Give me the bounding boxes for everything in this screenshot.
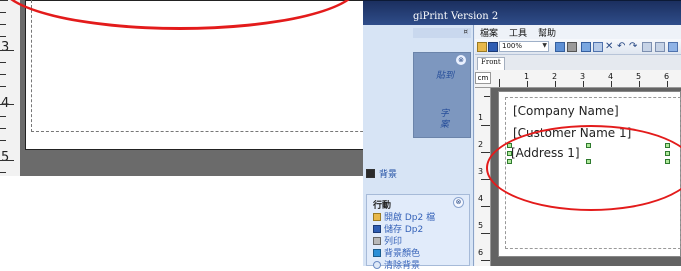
ruler-number: 1: [524, 72, 530, 81]
menu-help[interactable]: 幫助: [538, 26, 556, 39]
edit-group: ⊗ 貼到 字 案: [413, 52, 471, 138]
open-icon[interactable]: [477, 42, 487, 52]
save-icon: [373, 225, 381, 233]
ruler-tick: [499, 79, 500, 87]
horizontal-ruler: cm 1 2 3 4 5 6: [475, 70, 681, 88]
collapse-icon[interactable]: ⊗: [453, 197, 464, 208]
collapse-icon[interactable]: ⊗: [456, 55, 466, 65]
toolbar: 100% ▼ ✕ ↶ ↷: [475, 39, 681, 55]
background-icon: [366, 169, 375, 178]
tab-strip: Front: [475, 55, 681, 70]
ruler-number: 2: [552, 72, 558, 81]
ruler-tick: [481, 152, 490, 153]
ruler-tick: [0, 86, 6, 87]
ruler-number: 6: [478, 248, 484, 257]
ruler-number: 6: [664, 72, 670, 81]
ruler-tick: [0, 36, 6, 37]
ruler-number: 4: [608, 72, 614, 81]
work-area: 檔案 工具 幫助 100% ▼ ✕ ↶ ↷ Front cm 1 2 3 4 5…: [475, 25, 681, 266]
ruler-number: 5: [636, 72, 642, 81]
copy-icon[interactable]: [581, 42, 591, 52]
ruler-tick: [481, 233, 490, 234]
ruler-unit[interactable]: cm: [475, 72, 491, 84]
paste-icon[interactable]: [593, 42, 603, 52]
save-icon[interactable]: [488, 42, 498, 52]
format-icon[interactable]: [668, 42, 678, 52]
pane-header: ¤: [413, 28, 471, 38]
ruler-tick: [667, 81, 668, 87]
background-item[interactable]: 背景: [366, 167, 397, 180]
ruler-number: 3: [478, 167, 484, 176]
pane-close-icon[interactable]: ¤: [464, 28, 468, 36]
folder-icon: [373, 213, 381, 221]
background-label: 背景: [379, 170, 398, 180]
ruler-tick: [481, 125, 490, 126]
ruler-tick: [555, 81, 556, 87]
ruler-tick: [0, 62, 6, 63]
undo-icon[interactable]: ↶: [617, 42, 627, 52]
menu-tools[interactable]: 工具: [509, 26, 527, 39]
ruler-tick: [481, 206, 490, 207]
task-pane: ¤ ⊗ 貼到 字 案 背景 行動 ⊗ 開啟 Dp2 檔 儲存 Dp2 列印 背景…: [363, 25, 474, 271]
printer-icon: [373, 237, 381, 245]
ruler-tick: [0, 172, 6, 173]
ruler-number: 2: [478, 140, 484, 149]
ruler-tick: [0, 104, 14, 105]
ruler-number: 3: [1, 40, 10, 55]
edit-item-paste[interactable]: 貼到: [436, 68, 454, 81]
ruler-number: 3: [580, 72, 586, 81]
ruler-number: 1: [478, 113, 484, 122]
ruler-tick: [0, 140, 6, 141]
new-icon[interactable]: [555, 42, 565, 52]
print-icon[interactable]: [567, 42, 577, 52]
menu-bar: 檔案 工具 幫助: [475, 25, 681, 39]
color-icon: [373, 249, 381, 257]
vertical-ruler-zoomed: 3 4 5: [0, 0, 22, 176]
arrange-icon[interactable]: [655, 42, 665, 52]
zoom-select[interactable]: 100% ▼: [499, 41, 549, 52]
title-bar: giPrint Version 2: [363, 0, 681, 25]
field-company-name[interactable]: [Company Name]: [513, 104, 619, 118]
app-window: giPrint Version 2 ¤ ⊗ 貼到 字 案 背景 行動 ⊗ 開啟 …: [363, 0, 681, 271]
zoom-value: 100%: [502, 42, 523, 50]
redo-icon[interactable]: ↷: [629, 42, 639, 52]
ruler-number: 5: [478, 221, 484, 230]
highlight-oval: [486, 125, 681, 211]
ruler-tick: [0, 0, 8, 1]
ruler-tick: [0, 24, 6, 25]
ruler-tick: [484, 96, 490, 97]
ruler-tick: [611, 81, 612, 87]
action-clear-background[interactable]: 清除背景: [373, 258, 420, 271]
ruler-tick: [0, 50, 14, 51]
ruler-tick: [0, 128, 6, 129]
ruler-tick: [639, 81, 640, 87]
ruler-number: 4: [478, 194, 484, 203]
ruler-tick: [0, 116, 6, 117]
ruler-tick: [0, 160, 14, 161]
align-icon[interactable]: [642, 42, 652, 52]
ruler-tick: [0, 74, 6, 75]
chevron-down-icon: ▼: [542, 42, 547, 49]
tab-front[interactable]: Front: [477, 57, 505, 70]
delete-icon[interactable]: ✕: [605, 42, 615, 52]
ruler-number: 5: [1, 150, 10, 165]
menu-file[interactable]: 檔案: [480, 26, 498, 39]
clear-icon: [373, 261, 381, 269]
ruler-tick: [0, 12, 6, 13]
ruler-tick: [481, 260, 490, 261]
ruler-tick: [583, 81, 584, 87]
app-body: ¤ ⊗ 貼到 字 案 背景 行動 ⊗ 開啟 Dp2 檔 儲存 Dp2 列印 背景…: [363, 25, 681, 271]
ruler-tick: [527, 81, 528, 87]
window-title: giPrint Version 2: [413, 11, 499, 22]
actions-panel: 行動 ⊗ 開啟 Dp2 檔 儲存 Dp2 列印 背景顏色 清除背景: [366, 194, 470, 271]
edit-item-file[interactable]: 案: [440, 117, 449, 130]
